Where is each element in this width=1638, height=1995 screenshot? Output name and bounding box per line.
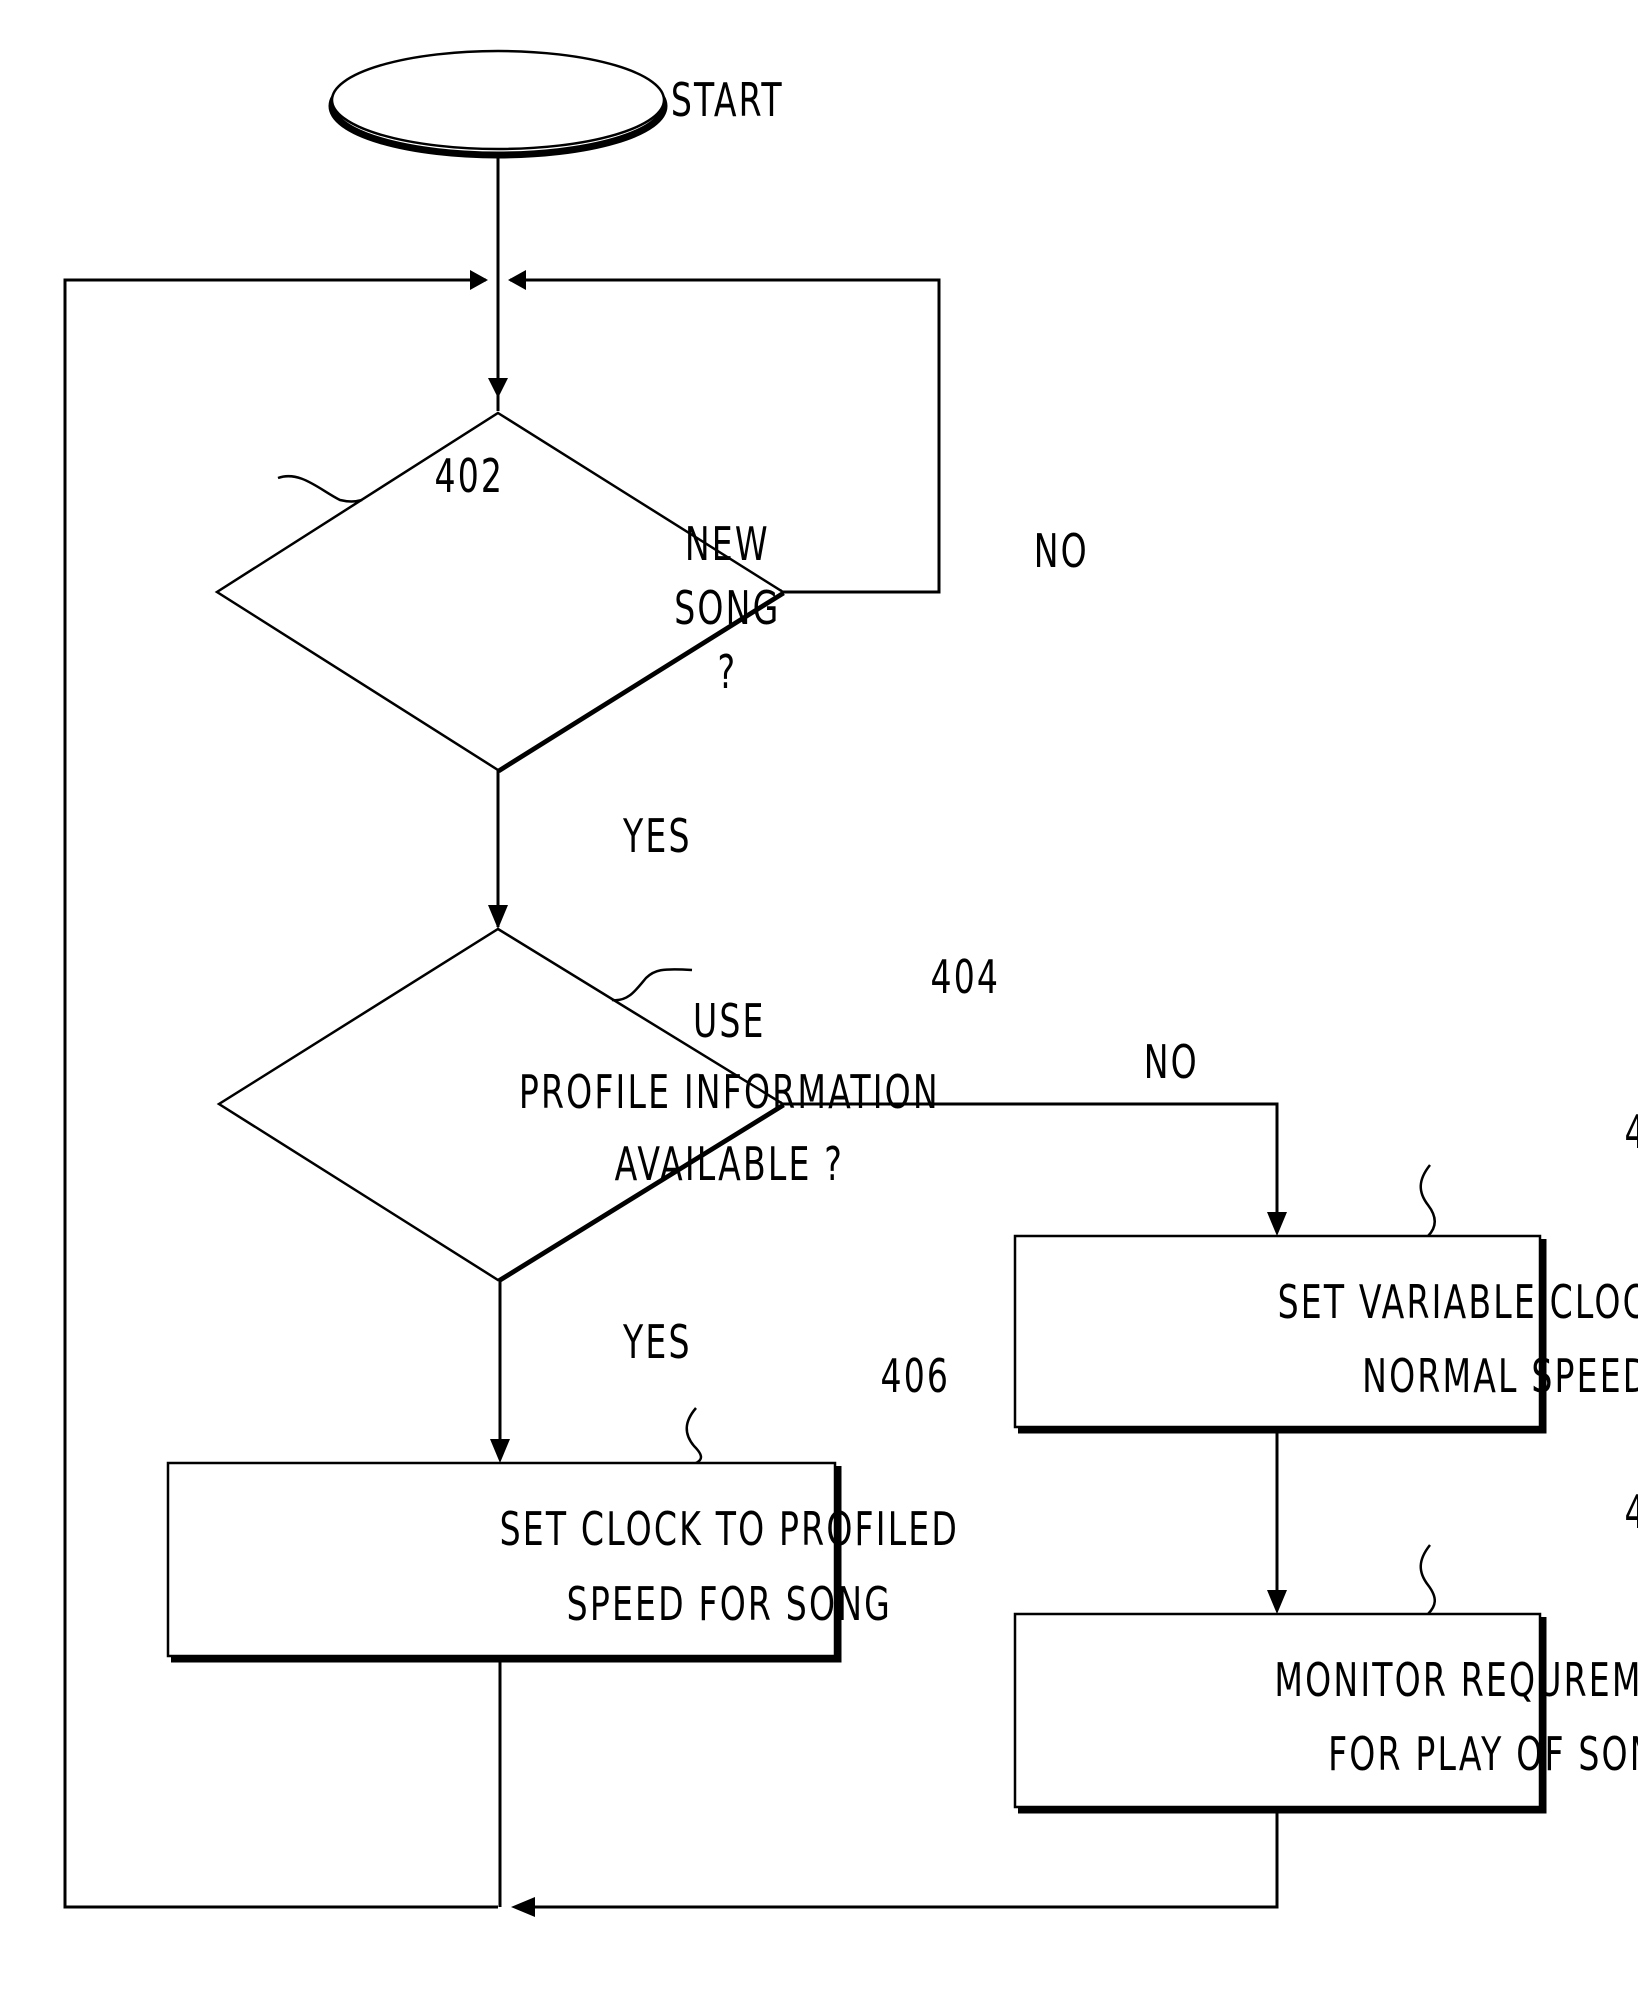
process-405: MONITOR REQUREMENTS FOR PLAY OF SONG	[1013, 1612, 1638, 1814]
decision-402-line3: ?	[717, 647, 737, 700]
process-403-line1: SET VARIABLE CLOCK TO	[1278, 1277, 1638, 1330]
ref-403: 403	[1624, 1107, 1638, 1160]
ref-404: 404	[930, 952, 1000, 1005]
leader-404	[611, 968, 693, 1002]
arrowhead-return	[511, 1897, 535, 1917]
process-403: SET VARIABLE CLOCK TO NORMAL SPEED	[1013, 1234, 1638, 1434]
decision-404-line1: USE	[693, 996, 766, 1049]
leader-406	[685, 1407, 703, 1465]
ref-406: 406	[880, 1351, 950, 1404]
process-405-line1: MONITOR REQUREMENTS	[1274, 1655, 1638, 1708]
process-406-line2: SPEED FOR SONG	[567, 1579, 892, 1632]
decision-404-yes-label: YES	[622, 1317, 691, 1370]
leader-403	[1419, 1164, 1436, 1237]
ref-402: 402	[434, 451, 504, 504]
start-label: START	[671, 75, 784, 128]
arrowhead-406	[490, 1439, 510, 1463]
decision-402-line2: SONG	[674, 583, 780, 636]
decision-402-no-label: NO	[1034, 526, 1089, 579]
decision-404-no-label: NO	[1144, 1037, 1199, 1090]
connector-404-to-403	[783, 1102, 1279, 1222]
decision-402-yes-label: YES	[622, 811, 691, 864]
process-406: SET CLOCK TO PROFILED SPEED FOR SONG	[166, 1461, 959, 1663]
start-ellipse	[330, 49, 666, 151]
flowchart: START NEW SONG ? 402 NO YES USE PROFILE …	[63, 49, 1638, 1917]
process-406-line1: SET CLOCK TO PROFILED	[500, 1504, 959, 1557]
process-403-line2: NORMAL SPEED	[1362, 1351, 1638, 1404]
leader-405	[1419, 1544, 1436, 1615]
arrowhead-405	[1267, 1590, 1287, 1614]
decision-402-line1: NEW	[685, 519, 770, 572]
arrowhead-403	[1267, 1212, 1287, 1236]
leader-402	[277, 475, 363, 503]
decision-404-line2: PROFILE INFORMATION	[519, 1067, 940, 1120]
process-405-line2: FOR PLAY OF SONG	[1328, 1729, 1638, 1782]
ref-405: 405	[1624, 1487, 1638, 1540]
arrowhead-404	[488, 905, 508, 929]
connector-405-to-return	[525, 1810, 1279, 1909]
decision-404-line3: AVAILABLE ?	[615, 1139, 844, 1192]
start-terminal: START	[328, 49, 784, 159]
arrowhead-402	[488, 378, 508, 398]
